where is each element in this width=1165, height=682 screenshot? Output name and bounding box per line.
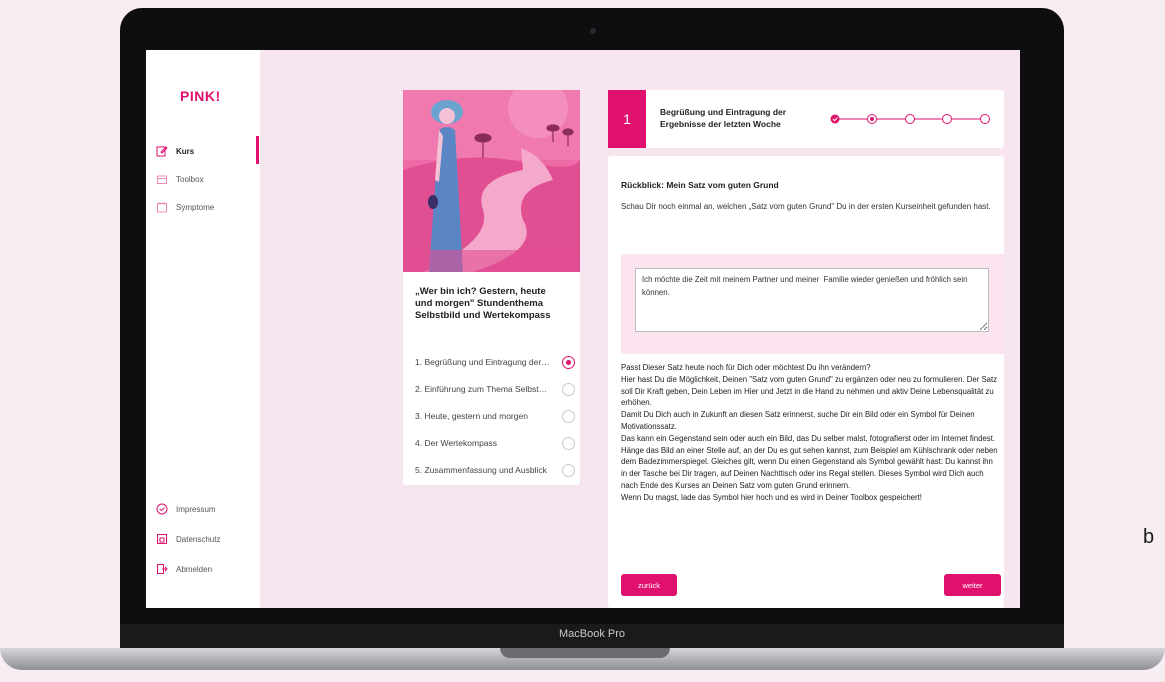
sidebar-item-toolbox[interactable]: Toolbox (156, 170, 204, 188)
lesson-radio[interactable] (562, 355, 575, 369)
footer-link-label: Datenschutz (176, 534, 221, 544)
lesson-radio[interactable] (562, 436, 575, 450)
next-button[interactable]: weiter (944, 574, 1001, 596)
course-title: „Wer bin ich? Gestern, heute und morgen"… (415, 286, 551, 321)
active-indicator (256, 136, 259, 164)
lesson-item-2[interactable]: 2. Einführung zum Thema Selbstbild (415, 381, 575, 397)
sidebar-item-symptome[interactable]: Symptome (156, 198, 214, 216)
step-title: Begrüßung und Eintragung der Ergebnisse … (660, 107, 787, 129)
progress-step-3 (905, 114, 915, 124)
footer-link-label: Impressum (176, 504, 216, 514)
step-progress (830, 114, 990, 124)
progress-step-1 (830, 114, 840, 124)
lesson-radio[interactable] (562, 463, 575, 477)
screen: PINK! Kurs Toolbox Symptome Impressum Da… (146, 50, 1020, 608)
toolbox-icon (157, 175, 167, 184)
answer-textarea[interactable]: Ich möchte die Zeit mit meinem Partner u… (635, 268, 989, 332)
lesson-radio[interactable] (562, 409, 575, 423)
lesson-label: 5. Zusammenfassung und Ausblick (415, 465, 547, 475)
privacy-icon (157, 534, 167, 544)
footer-link-label: Abmelden (176, 564, 213, 574)
hero-illustration (403, 90, 580, 272)
footer-link-abmelden[interactable]: Abmelden (156, 560, 212, 578)
lesson-radio[interactable] (562, 382, 575, 396)
content-card: Rückblick: Mein Satz vom guten Grund Sch… (608, 156, 1005, 608)
lesson-label: 2. Einführung zum Thema Selbstbild (415, 384, 550, 394)
camera (590, 28, 596, 34)
intro-text: Schau Dir noch einmal an, welchen „Satz … (621, 202, 991, 211)
course-card: „Wer bin ich? Gestern, heute und morgen"… (403, 90, 580, 485)
lesson-label: 3. Heute, gestern und morgen (415, 411, 528, 421)
body-text: Passt Dieser Satz heute noch für Dich od… (621, 363, 998, 502)
brand-logo: PINK! (180, 88, 221, 104)
laptop-notch (500, 648, 670, 658)
section-title: Rückblick: Mein Satz vom guten Grund (621, 180, 779, 190)
sidebar-item-kurs[interactable]: Kurs (156, 142, 194, 160)
sidebar: PINK! Kurs Toolbox Symptome Impressum Da… (146, 50, 260, 608)
lesson-item-4[interactable]: 4. Der Wertekompass (415, 435, 575, 451)
sidebar-item-label: Kurs (176, 146, 195, 156)
lesson-item-5[interactable]: 5. Zusammenfassung und Ausblick (415, 462, 575, 478)
shield-icon (156, 503, 168, 515)
logout-icon (157, 564, 168, 574)
calendar-icon (157, 202, 167, 213)
lesson-label: 4. Der Wertekompass (415, 438, 498, 448)
footer-link-impressum[interactable]: Impressum (156, 500, 216, 518)
cropped-letter: b (1143, 526, 1155, 548)
sidebar-item-label: Symptome (176, 202, 215, 212)
progress-step-4 (942, 114, 952, 124)
lesson-label: 1. Begrüßung und Eintragung der Ergebnis… (415, 357, 550, 367)
device-label: MacBook Pro (558, 628, 626, 640)
footer-link-datenschutz[interactable]: Datenschutz (156, 530, 220, 548)
back-button[interactable]: zurück (621, 574, 677, 596)
lesson-item-1[interactable]: 1. Begrüßung und Eintragung der Ergebnis… (415, 354, 575, 370)
answer-panel: Ich möchte die Zeit mit meinem Partner u… (621, 254, 1005, 354)
lesson-item-3[interactable]: 3. Heute, gestern und morgen (415, 408, 575, 424)
progress-step-5 (980, 114, 990, 124)
step-number: 1 (608, 90, 646, 148)
laptop-chin: MacBook Pro (120, 624, 1064, 648)
step-header: 1 Begrüßung und Eintragung der Ergebniss… (608, 90, 1004, 148)
sidebar-item-label: Toolbox (176, 174, 204, 184)
edit-icon (156, 146, 168, 157)
